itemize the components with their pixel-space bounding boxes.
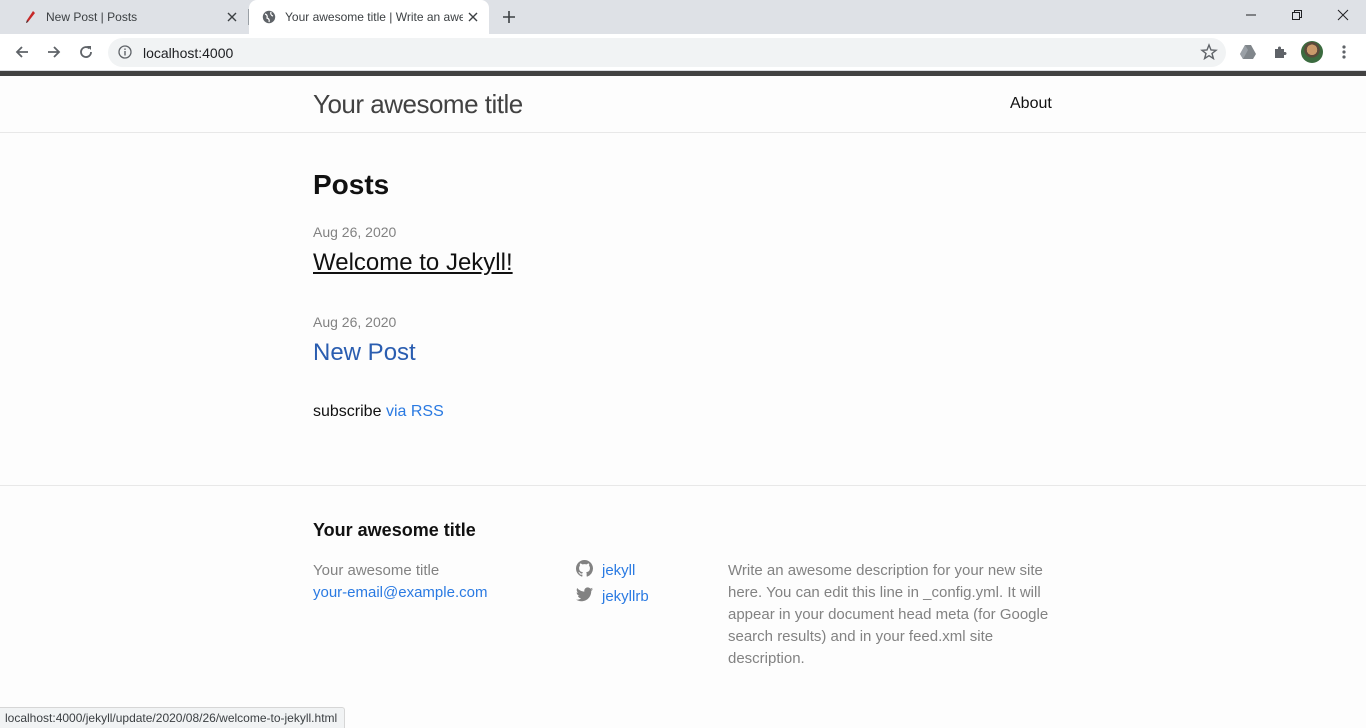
footer-heading: Your awesome title <box>313 520 476 540</box>
close-icon[interactable] <box>222 7 242 27</box>
site-footer: Your awesome title Your awesome title yo… <box>0 485 1366 728</box>
social-twitter[interactable]: jekyllrb <box>576 587 649 606</box>
tab-title: New Post | Posts <box>46 10 138 24</box>
site-description: Write an awesome description for your ne… <box>728 562 1049 667</box>
window-close-button[interactable] <box>1320 0 1366 30</box>
rss-link[interactable]: via RSS <box>386 403 444 420</box>
page-viewport: Your awesome title About Posts Aug 26, 2… <box>0 76 1366 728</box>
subscribe-label: subscribe <box>313 403 382 420</box>
minimize-button[interactable] <box>1228 0 1274 30</box>
status-bar-url: localhost:4000/jekyll/update/2020/08/26/… <box>0 707 346 728</box>
close-icon[interactable] <box>463 7 483 27</box>
twitter-link[interactable]: jekyllrb <box>602 588 649 605</box>
menu-icon[interactable] <box>1332 40 1356 64</box>
tab-new-post[interactable]: New Post | Posts <box>8 0 248 34</box>
site-title-link[interactable]: Your awesome title <box>313 89 523 120</box>
forward-button[interactable] <box>40 38 68 66</box>
red-pen-icon <box>22 9 38 25</box>
restore-button[interactable] <box>1274 0 1320 30</box>
address-bar[interactable]: localhost:4000 <box>108 38 1226 67</box>
subscribe-line: subscribe via RSS <box>313 403 444 421</box>
extensions-icon[interactable] <box>1268 40 1292 64</box>
twitter-icon <box>576 587 593 606</box>
profile-avatar[interactable] <box>1301 41 1323 63</box>
footer-name: Your awesome title <box>313 562 440 579</box>
reload-button[interactable] <box>72 38 100 66</box>
post-date: Aug 26, 2020 <box>313 314 397 330</box>
tab-strip: New Post | Posts Your awesome title | Wr… <box>0 0 1366 34</box>
post-date: Aug 26, 2020 <box>313 224 397 240</box>
site-header: Your awesome title About <box>0 76 1366 133</box>
post-link-new-post[interactable]: New Post <box>313 339 416 367</box>
new-tab-button[interactable] <box>497 5 521 29</box>
page-heading: Posts <box>313 169 390 200</box>
tab-title: Your awesome title | Write an awe <box>285 10 463 24</box>
nav-link-about[interactable]: About <box>1010 95 1052 113</box>
github-icon <box>576 560 593 581</box>
footer-email-link[interactable]: your-email@example.com <box>313 582 487 604</box>
globe-icon <box>261 9 277 25</box>
back-button[interactable] <box>8 38 36 66</box>
star-icon[interactable] <box>1200 43 1218 66</box>
url-text: localhost:4000 <box>143 45 234 61</box>
drive-icon[interactable] <box>1236 40 1260 64</box>
tab-active[interactable]: Your awesome title | Write an awe <box>249 0 489 34</box>
github-link[interactable]: jekyll <box>602 562 635 579</box>
browser-toolbar: localhost:4000 <box>0 34 1366 71</box>
info-icon[interactable] <box>118 45 132 64</box>
social-github[interactable]: jekyll <box>576 560 635 581</box>
footer-contact: Your awesome title your-email@example.co… <box>313 560 487 604</box>
post-link-welcome[interactable]: Welcome to Jekyll! <box>313 249 513 277</box>
